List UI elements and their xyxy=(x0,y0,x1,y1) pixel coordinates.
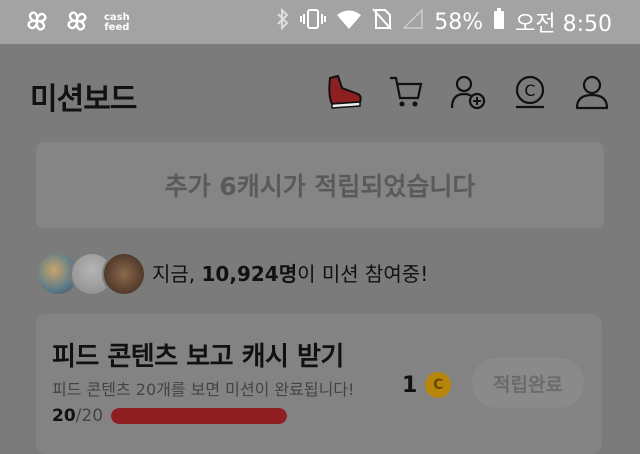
header-actions: C xyxy=(324,72,612,112)
pinwheel-icon xyxy=(24,8,50,38)
wifi-icon xyxy=(336,8,362,36)
system-status: 58% 오전 8:50 xyxy=(276,6,612,38)
mission-card[interactable]: 피드 콘텐츠 보고 캐시 받기 피드 콘텐츠 20개를 보면 미션이 완료됩니다… xyxy=(36,314,602,454)
vibrate-icon xyxy=(300,8,327,36)
progress-current: 20 xyxy=(52,406,76,426)
page-title: 미션보드 xyxy=(30,82,137,117)
cash-earned-banner: 추가 6캐시가 적립되었습니다 xyxy=(36,142,604,228)
reward-amount: 1 xyxy=(402,372,418,398)
bluetooth-icon xyxy=(276,7,290,36)
sneaker-icon[interactable] xyxy=(324,72,364,112)
participants-row: 지금, 10,924명이 미션 참여중! xyxy=(36,250,429,296)
cash-coin-icon[interactable]: C xyxy=(510,72,550,112)
participant-count: 10,924명 xyxy=(201,261,298,286)
profile-icon[interactable] xyxy=(572,72,612,112)
avatar xyxy=(102,252,146,296)
no-sim-icon xyxy=(372,8,392,36)
cashfeed-notification-icon: cash feed xyxy=(104,12,130,33)
svg-text:C: C xyxy=(524,81,535,100)
mission-board-screen: 미션보드 C 추가 6캐시가 적립되었습니다 지금, 10,924명이 미션 참… xyxy=(0,44,640,454)
coin-icon: C xyxy=(425,372,452,398)
progress-bar-fill xyxy=(111,408,288,424)
signal-icon xyxy=(402,8,424,36)
mission-title: 피드 콘텐츠 보고 캐시 받기 xyxy=(52,342,344,372)
mission-description: 피드 콘텐츠 20개를 보면 미션이 완료됩니다! xyxy=(52,380,355,399)
cart-icon[interactable] xyxy=(386,72,426,112)
battery-icon xyxy=(493,8,505,36)
mission-reward: 1 C xyxy=(402,372,452,398)
mission-progress: 20/20 xyxy=(52,406,288,426)
add-user-icon[interactable] xyxy=(448,72,488,112)
battery-percent: 58% xyxy=(434,9,484,35)
earn-complete-button[interactable]: 적립완료 xyxy=(472,358,584,408)
progress-total: /20 xyxy=(75,406,104,426)
status-bar: cash feed 58% 오전 8:50 xyxy=(0,0,640,44)
banner-text: 추가 6캐시가 적립되었습니다 xyxy=(164,172,476,201)
pinwheel-icon xyxy=(64,8,90,38)
progress-bar xyxy=(111,408,288,424)
participants-text: 지금, 10,924명이 미션 참여중! xyxy=(152,261,429,286)
participant-avatars xyxy=(36,250,146,296)
clock: 오전 8:50 xyxy=(515,12,612,37)
notification-icons: cash feed xyxy=(24,8,130,38)
